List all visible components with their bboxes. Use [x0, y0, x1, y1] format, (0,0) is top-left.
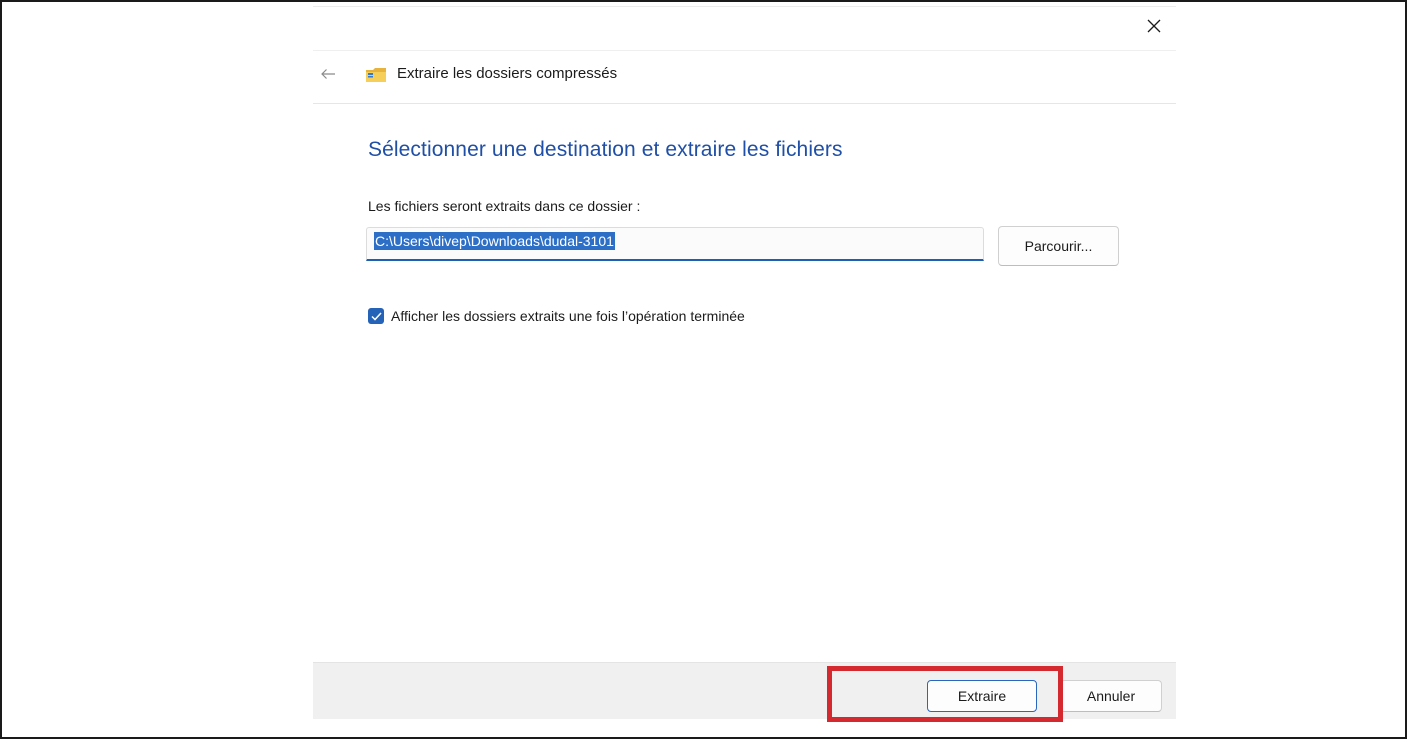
show-folders-checkbox[interactable]	[368, 308, 384, 324]
browse-button[interactable]: Parcourir...	[998, 226, 1119, 266]
destination-label: Les fichiers seront extraits dans ce dos…	[368, 198, 641, 214]
destination-path-input[interactable]: C:\Users\divep\Downloads\dudal-3101	[366, 227, 984, 261]
back-button[interactable]	[317, 63, 339, 85]
close-button[interactable]	[1140, 12, 1168, 40]
extract-button[interactable]: Extraire	[927, 680, 1037, 712]
title-bar: Extraire les dossiers compressés	[313, 50, 1176, 104]
dialog-footer: Extraire Annuler	[313, 662, 1176, 719]
close-icon	[1147, 19, 1161, 33]
checkmark-icon	[370, 311, 382, 321]
back-arrow-icon	[321, 69, 335, 79]
show-folders-label: Afficher les dossiers extraits une fois …	[391, 308, 745, 324]
show-folders-option: Afficher les dossiers extraits une fois …	[368, 306, 745, 326]
dialog-top-border	[313, 6, 1176, 7]
extract-dialog: Extraire les dossiers compressés Sélecti…	[313, 6, 1176, 719]
cancel-button[interactable]: Annuler	[1060, 680, 1162, 712]
zip-folder-icon	[366, 68, 386, 82]
destination-path-value: C:\Users\divep\Downloads\dudal-3101	[374, 232, 615, 250]
window-title: Extraire les dossiers compressés	[397, 65, 618, 82]
dialog-heading: Sélectionner une destination et extraire…	[368, 138, 843, 161]
